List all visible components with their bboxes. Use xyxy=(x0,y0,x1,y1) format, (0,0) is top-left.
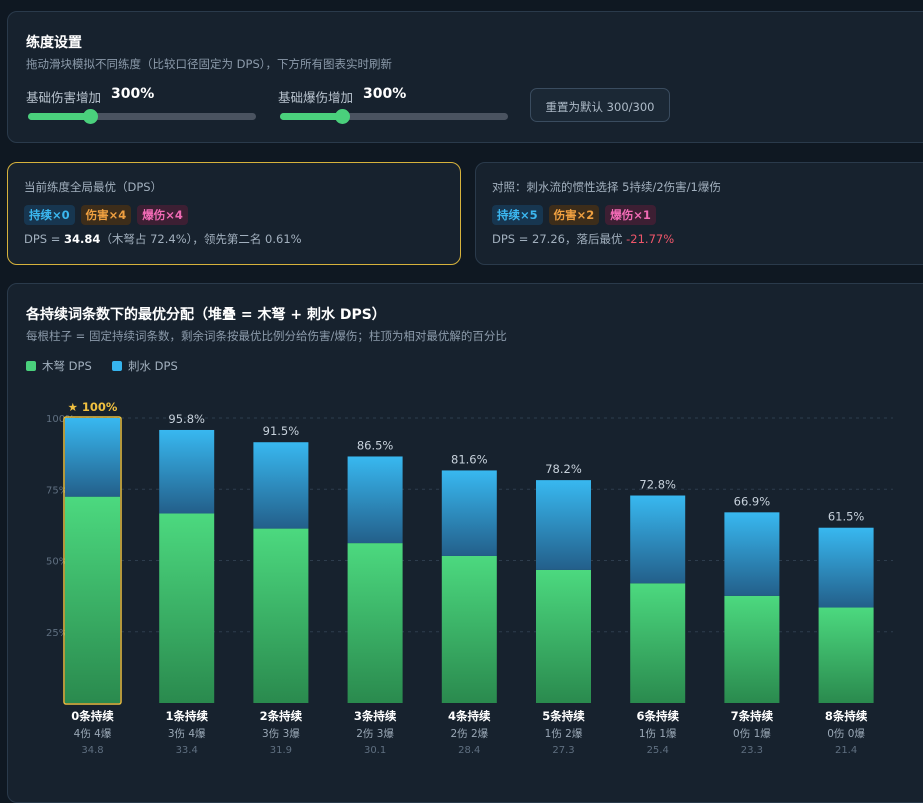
allocation-label: 1伤 1爆 xyxy=(639,727,677,740)
settings-panel: 练度设置 拖动滑块模拟不同练度（比较口径固定为 DPS），下方所有图表实时刷新 … xyxy=(7,11,923,143)
compare-card: 对照：刺水流的惯性选择 5持续/2伤害/1爆伤 持续×5 伤害×2 爆伤×1 D… xyxy=(475,162,923,265)
bar-top-label: 86.5% xyxy=(357,438,394,452)
tag-sustain: 持续×5 xyxy=(492,205,543,225)
compare-card-dps: DPS = 27.26，落后最优 -21.77% xyxy=(492,231,674,247)
settings-title: 练度设置 xyxy=(26,35,82,51)
best-allocation-card: 当前练度全局最优（DPS） 持续×0 伤害×4 爆伤×4 DPS = 34.84… xyxy=(7,162,461,265)
compare-card-title: 对照：刺水流的惯性选择 5持续/2伤害/1爆伤 xyxy=(492,180,721,194)
category-label: 4条持续 xyxy=(448,709,491,723)
bar-water-segment xyxy=(818,527,874,608)
chart-panel: 各持续词条数下的最优分配（堆叠 = 木弩 + 刺水 DPS） 每根柱子 = 固定… xyxy=(7,283,923,803)
tag-crit: 爆伤×4 xyxy=(137,205,188,225)
dps-value-label: 25.4 xyxy=(647,745,669,756)
bar-wood-segment xyxy=(347,543,403,703)
dps-value-label: 33.4 xyxy=(176,745,198,756)
base-damage-slider[interactable] xyxy=(28,109,256,124)
dps-value-label: 28.4 xyxy=(458,745,480,756)
bar-wood-segment xyxy=(441,555,497,703)
bar-wood-segment xyxy=(630,583,686,703)
bar-wood-segment xyxy=(536,569,591,703)
allocation-label: 2伤 3爆 xyxy=(356,727,394,740)
best-card-tags: 持续×0 伤害×4 爆伤×4 xyxy=(24,205,188,225)
tag-damage: 伤害×2 xyxy=(548,205,600,225)
bar-water-segment xyxy=(159,429,215,514)
allocation-label: 4伤 4爆 xyxy=(74,727,112,740)
category-label: 2条持续 xyxy=(260,709,303,723)
category-label: 3条持续 xyxy=(354,709,397,723)
base-crit-slider-thumb[interactable] xyxy=(334,109,350,124)
dps-value-label: 30.1 xyxy=(364,745,386,756)
bar-wood-segment xyxy=(818,607,874,703)
bar-top-label: 81.6% xyxy=(451,452,488,466)
base-crit-slider[interactable] xyxy=(280,109,508,124)
base-damage-value: 300% xyxy=(111,86,155,102)
category-label: 5条持续 xyxy=(542,709,585,723)
best-card-dps: DPS = 34.84（木弩占 72.4%），领先第二名 0.61% xyxy=(24,231,302,247)
stacked-bar-chart: 25%50%75%100%★ 100%0条持续4伤 4爆34.895.8%1条持… xyxy=(46,400,893,756)
dps-value-label: 31.9 xyxy=(270,745,292,756)
category-label: 1条持续 xyxy=(165,709,208,723)
reset-default-button[interactable]: 重置为默认 300/300 xyxy=(530,88,670,122)
category-label: 8条持续 xyxy=(825,709,868,723)
dps-value-label: 23.3 xyxy=(741,745,763,756)
bar-water-segment xyxy=(347,456,403,544)
compare-card-dps-diff: -21.77% xyxy=(626,232,675,246)
y-tick-label: 25% xyxy=(46,628,68,639)
best-card-dps-prefix: DPS = xyxy=(24,232,65,246)
bar-top-label: 72.8% xyxy=(639,478,676,492)
dps-value-label: 34.8 xyxy=(81,745,103,756)
bar-wood-segment xyxy=(65,496,120,703)
bar-water-segment xyxy=(536,480,591,570)
tag-crit: 爆伤×1 xyxy=(605,205,656,225)
compare-card-dps-prefix: DPS = 27.26，落后最优 xyxy=(492,232,627,246)
bar-water-segment xyxy=(253,442,309,529)
allocation-label: 1伤 2爆 xyxy=(545,727,583,740)
bar-water-segment xyxy=(65,418,120,497)
allocation-label: 0伤 1爆 xyxy=(733,727,771,740)
category-label: 7条持续 xyxy=(731,709,774,723)
tag-damage: 伤害×4 xyxy=(80,205,132,225)
base-crit-value: 300% xyxy=(363,86,407,102)
base-crit-slider-fill xyxy=(280,113,342,120)
category-label: 0条持续 xyxy=(71,709,114,723)
bar-wood-segment xyxy=(253,528,309,703)
best-card-dps-suffix: （木弩占 72.4%），领先第二名 0.61% xyxy=(100,232,302,246)
base-damage-label: 基础伤害增加 xyxy=(26,90,102,105)
category-label: 6条持续 xyxy=(636,709,679,723)
compare-card-tags: 持续×5 伤害×2 爆伤×1 xyxy=(492,205,656,225)
base-damage-slider-thumb[interactable] xyxy=(82,109,98,124)
bar-water-segment xyxy=(441,470,497,556)
dps-value-label: 21.4 xyxy=(835,745,857,756)
bar-water-segment xyxy=(630,495,686,584)
bar-top-label: 95.8% xyxy=(168,412,205,426)
bar-water-segment xyxy=(724,512,780,596)
bar-top-label: 61.5% xyxy=(828,510,865,524)
base-damage-slider-fill xyxy=(28,113,90,120)
allocation-label: 3伤 4爆 xyxy=(168,727,206,740)
allocation-label: 3伤 3爆 xyxy=(262,727,300,740)
bar-top-label: 78.2% xyxy=(545,462,582,476)
bar-top-label: 66.9% xyxy=(734,494,771,508)
best-card-title: 当前练度全局最优（DPS） xyxy=(24,180,163,194)
allocation-label: 0伤 0爆 xyxy=(827,727,865,740)
settings-subtitle: 拖动滑块模拟不同练度（比较口径固定为 DPS），下方所有图表实时刷新 xyxy=(26,57,392,71)
bar-wood-segment xyxy=(724,595,780,703)
bar-wood-segment xyxy=(159,513,215,703)
bar-top-label: 91.5% xyxy=(263,424,300,438)
tag-sustain: 持续×0 xyxy=(24,205,75,225)
bar-top-label: ★ 100% xyxy=(68,400,118,414)
dps-value-label: 27.3 xyxy=(552,745,574,756)
best-card-dps-value: 34.84 xyxy=(64,232,101,246)
y-tick-label: 50% xyxy=(46,557,68,568)
allocation-label: 2伤 2爆 xyxy=(450,727,488,740)
base-crit-label: 基础爆伤增加 xyxy=(278,90,354,105)
y-tick-label: 75% xyxy=(46,485,68,496)
